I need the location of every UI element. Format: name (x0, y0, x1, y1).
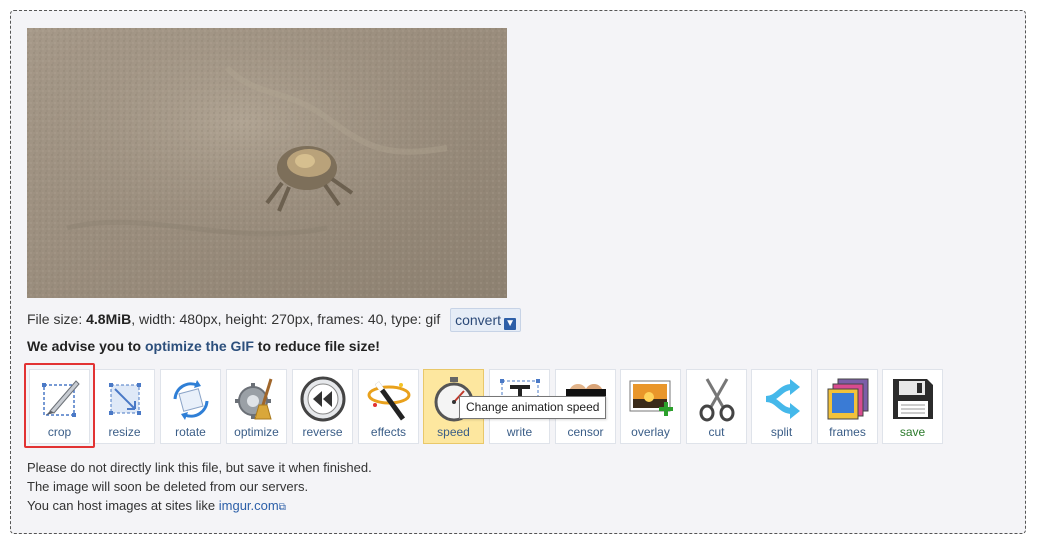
overlay-icon (629, 380, 673, 416)
effects-icon (367, 381, 411, 421)
notice-line-3: You can host images at sites like imgur.… (27, 496, 372, 517)
file-size-value: 4.8MiB (86, 311, 132, 327)
scissors-icon (699, 378, 735, 422)
tool-label: resize (108, 425, 141, 439)
crop-selection-highlight (24, 363, 95, 448)
notice-line-1: Please do not directly link this file, b… (27, 460, 372, 475)
tool-label: write (506, 425, 533, 439)
tool-label: save (899, 425, 926, 439)
gif-preview-image (27, 28, 507, 298)
tool-label: reverse (302, 425, 343, 439)
tool-frames[interactable]: frames (817, 369, 878, 444)
tool-effects[interactable]: effects (358, 369, 419, 444)
download-arrow-icon: ▼ (504, 318, 517, 330)
notice-line-3-text: You can host images at sites like (27, 498, 219, 513)
advice-text-pre: We advise you to (27, 338, 145, 354)
speed-tooltip: Change animation speed (459, 396, 607, 419)
frames-icon (827, 378, 869, 420)
file-details: , width: 480px, height: 270px, frames: 4… (131, 311, 441, 327)
tool-resize[interactable]: resize (94, 369, 155, 444)
split-icon (765, 379, 800, 419)
tool-label: rotate (175, 425, 206, 439)
file-size-label: File size: (27, 311, 87, 327)
external-link-icon: ⧉ (278, 502, 286, 513)
file-info: File size: 4.8MiB, width: 480px, height:… (27, 308, 522, 332)
save-icon (893, 379, 933, 419)
tool-label: overlay (631, 425, 670, 439)
convert-button[interactable]: convert ▼ (450, 308, 522, 332)
optimize-advice: We advise you to optimize the GIF to red… (27, 336, 380, 356)
tool-reverse[interactable]: reverse (292, 369, 353, 444)
tool-label: effects (370, 425, 407, 439)
tool-rotate[interactable]: rotate (160, 369, 221, 444)
advice-text-post: to reduce file size! (253, 338, 380, 354)
rotate-icon (173, 380, 209, 420)
tool-label: split (770, 425, 793, 439)
tool-label: cut (708, 425, 725, 439)
resize-icon (109, 383, 141, 415)
notice-line-2: The image will soon be deleted from our … (27, 479, 309, 494)
tool-label: frames (829, 425, 866, 439)
reverse-icon (300, 376, 346, 422)
tool-optimize[interactable]: optimize (226, 369, 287, 444)
optimize-gif-link[interactable]: optimize the GIF (145, 338, 254, 354)
tool-cut[interactable]: cut (686, 369, 747, 444)
tool-overlay[interactable]: overlay (620, 369, 681, 444)
tool-split[interactable]: split (751, 369, 812, 444)
tool-label: optimize (234, 425, 279, 439)
tool-save[interactable]: save (882, 369, 943, 444)
convert-label: convert (455, 312, 502, 328)
optimize-icon (235, 378, 273, 420)
tool-label: censor (567, 425, 604, 439)
notice-text: Please do not directly link this file, b… (27, 458, 372, 517)
tool-label: speed (437, 425, 470, 439)
imgur-link[interactable]: imgur.com (219, 498, 279, 513)
